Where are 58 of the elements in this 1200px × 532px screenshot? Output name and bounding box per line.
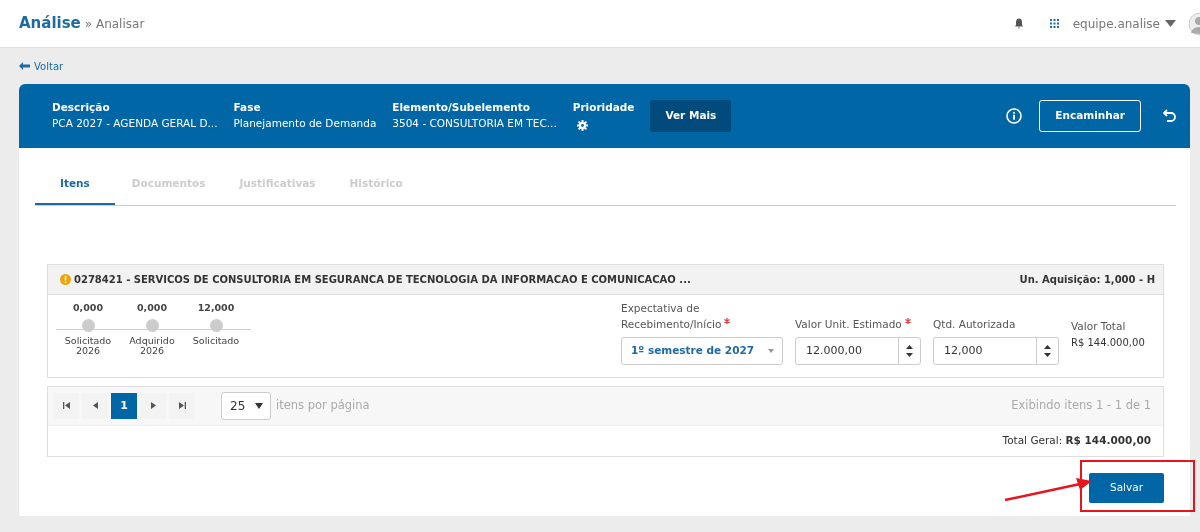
first-page-button[interactable] [53, 392, 79, 419]
first-page-icon [62, 402, 70, 410]
caret-icon [255, 402, 264, 409]
last-page-button[interactable] [169, 392, 195, 419]
step-label: Adquirido 2026 [128, 335, 176, 356]
page-button[interactable]: 1 [111, 392, 137, 419]
arrow-icon [19, 62, 30, 70]
caret-icon [768, 348, 774, 353]
step-value: 12,000 [196, 302, 236, 313]
previous-page-button[interactable] [82, 392, 108, 419]
page-size-select[interactable]: 25 [221, 391, 271, 420]
number-field[interactable]: 12.000,00 [795, 336, 921, 365]
next-page-button[interactable] [140, 392, 166, 419]
grand-total: Total Geral: R$ 144.000,00 [1002, 432, 1151, 448]
right-triangle-icon [149, 402, 157, 410]
gear-icon [576, 119, 588, 131]
number-field[interactable]: 12,000 [933, 336, 1059, 365]
field-label: Fase [233, 99, 262, 115]
spinner-arrows-icon[interactable] [1044, 344, 1051, 357]
step-label: Solicitado [191, 335, 241, 346]
step-value: 0,000 [71, 302, 105, 313]
items-summary: Exibindo itens 1 - 1 de 1 [1011, 397, 1151, 415]
left-triangle-icon [91, 402, 99, 410]
caret-icon[interactable] [1165, 20, 1176, 27]
item-title: 0278421 - SERVICOS DE CONSULTORIA EM SEGURANCA DE TECNOLOGIA DA INFORMACAO E COMUNICACAO ... [74, 272, 691, 287]
required-icon [904, 318, 911, 324]
warning-icon [60, 273, 71, 285]
grid-icon[interactable] [1049, 19, 1059, 28]
field-value: 3504 - CONSULTORIA EM TEC... [392, 115, 557, 131]
back-link[interactable]: Voltar [19, 58, 64, 74]
field-label: Descrição [52, 99, 111, 115]
field-label: Valor Unit. Estimado [795, 318, 902, 330]
field-label: Qtd. Autorizada [933, 317, 1017, 332]
field-value: Planejamento de Demanda [233, 115, 377, 131]
total-value: R$ 144.000,00 [1071, 335, 1146, 350]
bell-icon[interactable] [1013, 18, 1024, 29]
field-label: Valor Total [1071, 318, 1127, 334]
step-value: 0,000 [135, 302, 169, 313]
field-value: PCA 2027 - AGENDA GERAL D... [52, 115, 218, 131]
forward-button[interactable]: Encaminhar [1039, 100, 1141, 132]
field-label: Elemento/Subelemento [392, 99, 531, 115]
required-icon [724, 318, 731, 324]
see-more-button[interactable]: Ver Mais [650, 100, 732, 132]
field-label: Expectativa de Recebimento/Início [621, 302, 722, 330]
field-label: Prioridade [572, 99, 635, 115]
last-page-icon [178, 402, 186, 410]
spinner-arrows-icon[interactable] [906, 344, 913, 357]
acquisition-unit: Un. Aquisição: 1,000 - H [1019, 272, 1155, 287]
items-per-page-label: itens por página [276, 397, 370, 415]
info-icon[interactable] [1006, 108, 1023, 124]
expectation-select[interactable]: 1º semestre de 2027 [621, 336, 783, 365]
page-title: Análise [19, 13, 81, 35]
user-menu[interactable]: equipe.analise [1072, 14, 1160, 33]
save-button[interactable]: Salvar [1089, 472, 1164, 503]
undo-icon[interactable] [1163, 109, 1176, 123]
step-label: Solicitado 2026 [63, 335, 113, 356]
breadcrumb: » Analisar [84, 16, 145, 34]
tab[interactable]: Itens [35, 176, 115, 205]
